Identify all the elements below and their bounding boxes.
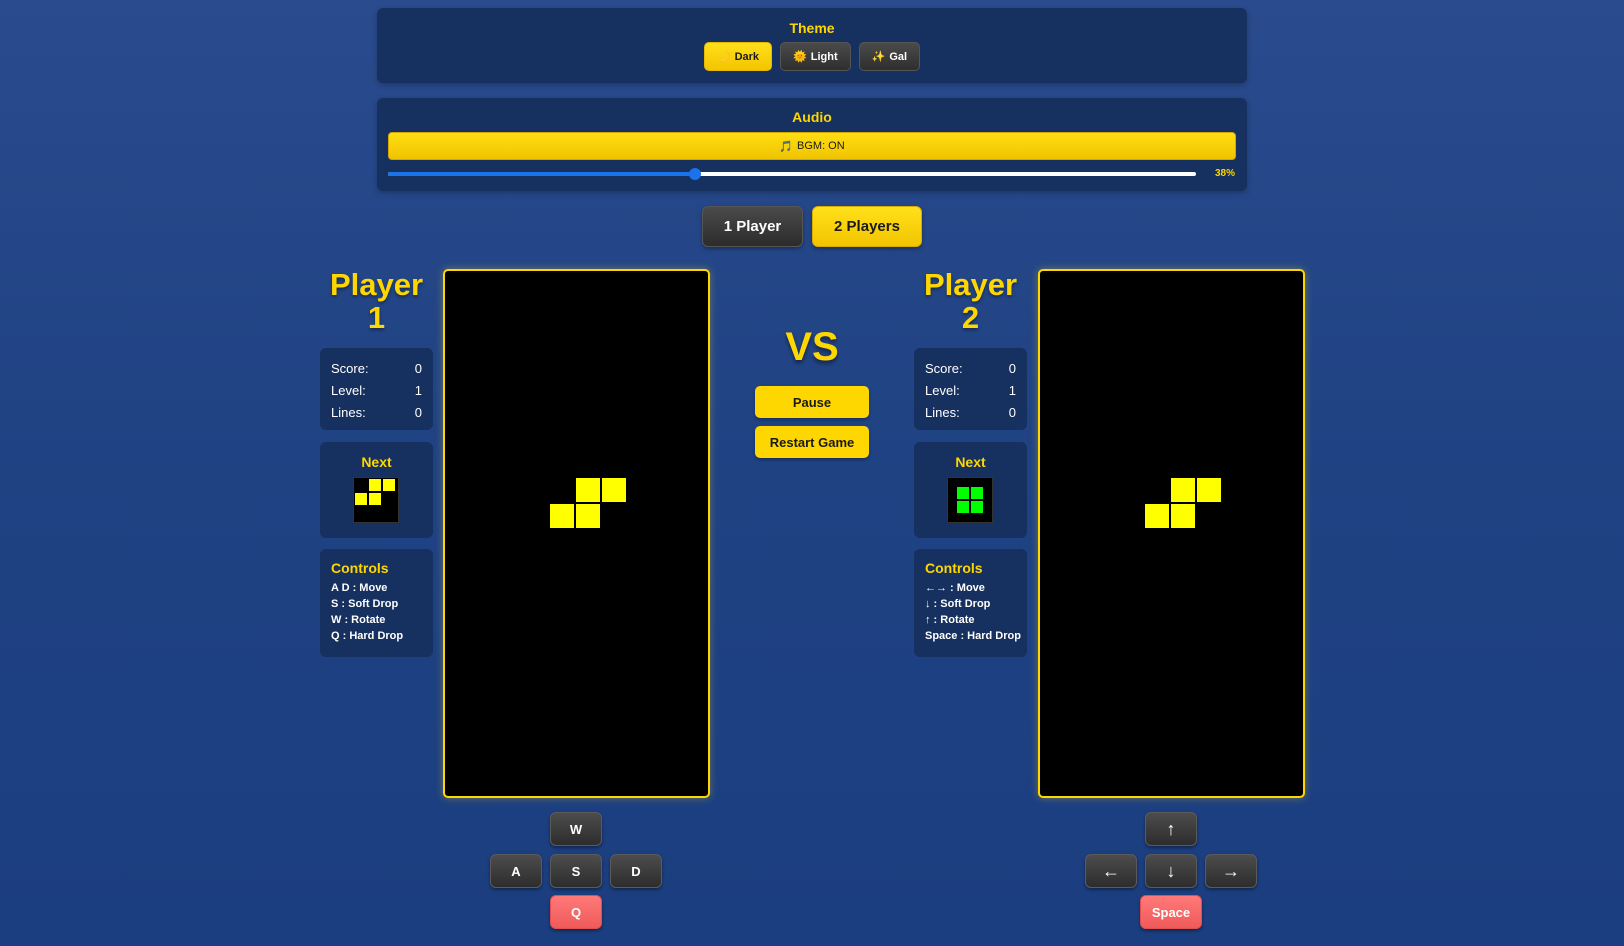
player2-control-soft-drop: ↓ : Soft Drop <box>925 598 991 610</box>
player1-lines-row: Lines: 0 <box>331 402 422 424</box>
player1-key-hard-drop[interactable]: Q <box>550 895 602 929</box>
theme-gal-button[interactable]: ✨ Gal <box>858 42 921 71</box>
player2-next-piece-block <box>956 486 970 500</box>
music-note-icon: 🎵 <box>779 140 794 153</box>
volume-slider[interactable] <box>388 168 1196 180</box>
player2-lines-value: 0 <box>1008 405 1016 420</box>
theme-gal-label: Gal <box>889 50 908 63</box>
player1-controls-title: Controls <box>331 560 389 576</box>
player1-game-board <box>443 269 710 798</box>
player2-level-row: Level: 1 <box>925 380 1016 402</box>
score-label: Score: <box>925 361 963 376</box>
player2-next-title: Next <box>955 454 986 470</box>
player1-next-panel: Next <box>320 442 433 538</box>
player2-score-value: 0 <box>1008 361 1016 376</box>
player2-next-piece-block <box>970 500 984 514</box>
player1-active-piece-block <box>549 503 575 529</box>
restart-game-button[interactable]: Restart Game <box>755 426 869 458</box>
player2-key-hard-drop[interactable]: Space <box>1140 895 1202 929</box>
player1-next-piece-block <box>354 492 368 506</box>
player1-active-piece-block <box>575 477 601 503</box>
player1-score-value: 0 <box>414 361 422 376</box>
player2-next-preview <box>947 477 993 523</box>
player2-active-piece-block <box>1170 503 1196 529</box>
player1-controls-panel: Controls A D : Move S : Soft Drop W : Ro… <box>320 549 433 657</box>
theme-dark-button[interactable]: 🌙 Dark <box>703 42 773 71</box>
player1-score-row: Score: 0 <box>331 358 422 380</box>
player1-level-value: 1 <box>414 383 422 398</box>
player2-key-right[interactable]: → <box>1205 854 1257 888</box>
vs-label: VS <box>785 325 839 369</box>
sparkles-icon: ✨ <box>871 51 886 63</box>
player1-control-rotate: W : Rotate <box>331 614 386 626</box>
player2-control-move: ←→ : Move <box>925 582 985 594</box>
one-player-button[interactable]: 1 Player <box>702 206 803 247</box>
player2-key-left[interactable]: ← <box>1085 854 1137 888</box>
player2-key-down[interactable]: ↓ <box>1145 854 1197 888</box>
player1-control-soft-drop: S : Soft Drop <box>331 598 399 610</box>
theme-options: 🌙 Dark 🌞 Light ✨ Gal <box>377 42 1247 71</box>
player1-active-piece-block <box>601 477 627 503</box>
player1-next-preview <box>353 477 399 523</box>
player2-score-row: Score: 0 <box>925 358 1016 380</box>
score-label: Score: <box>331 361 369 376</box>
player1-stats: Score: 0 Level: 1 Lines: 0 <box>320 348 433 430</box>
player1-next-title: Next <box>361 454 392 470</box>
player1-next-piece-block <box>382 478 396 492</box>
player1-active-piece-block <box>575 503 601 529</box>
player2-active-piece-block <box>1144 503 1170 529</box>
player1-title: Player 1 <box>320 268 433 334</box>
lines-label: Lines: <box>331 405 366 420</box>
player1-key-rotate[interactable]: W <box>550 812 602 846</box>
player1-title-line2: 1 <box>367 300 386 335</box>
player1-key-left[interactable]: A <box>490 854 542 888</box>
pause-button[interactable]: Pause <box>755 386 869 418</box>
player1-next-piece-block <box>368 492 382 506</box>
player2-title-line1: Player <box>923 267 1018 302</box>
player2-control-rotate: ↑ : Rotate <box>925 614 975 626</box>
player2-level-value: 1 <box>1008 383 1016 398</box>
theme-light-label: Light <box>810 50 838 63</box>
player2-lines-row: Lines: 0 <box>925 402 1016 424</box>
player2-controls-panel: Controls ←→ : Move ↓ : Soft Drop ↑ : Rot… <box>914 549 1027 657</box>
volume-slider-fill <box>388 172 696 176</box>
level-label: Level: <box>331 383 366 398</box>
theme-title: Theme <box>789 20 835 36</box>
player1-next-piece-block <box>368 478 382 492</box>
audio-title: Audio <box>792 109 832 125</box>
player1-lines-value: 0 <box>414 405 422 420</box>
player2-key-rotate[interactable]: ↑ <box>1145 812 1197 846</box>
player2-title-line2: 2 <box>961 300 980 335</box>
player1-level-row: Level: 1 <box>331 380 422 402</box>
moon-icon: 🌙 <box>716 51 731 63</box>
volume-slider-thumb[interactable] <box>689 168 702 180</box>
player2-game-board <box>1038 269 1305 798</box>
theme-dark-label: Dark <box>734 50 760 63</box>
volume-value: 38% <box>1214 168 1235 179</box>
player1-title-line1: Player <box>329 267 424 302</box>
player2-active-piece-block <box>1170 477 1196 503</box>
player2-next-piece-block <box>956 500 970 514</box>
sun-icon: 🌞 <box>793 51 807 63</box>
player2-controls-title: Controls <box>925 560 983 576</box>
two-players-button[interactable]: 2 Players <box>812 206 922 247</box>
player2-active-piece-block <box>1196 477 1222 503</box>
player2-control-hard-drop: Space : Hard Drop <box>925 630 1021 642</box>
bgm-label: BGM: ON <box>797 140 845 152</box>
player1-key-down[interactable]: S <box>550 854 602 888</box>
player1-key-right[interactable]: D <box>610 854 662 888</box>
theme-panel: Theme 🌙 Dark 🌞 Light ✨ Gal <box>377 8 1247 83</box>
bgm-toggle-button[interactable]: 🎵 BGM: ON <box>388 132 1236 160</box>
player2-stats: Score: 0 Level: 1 Lines: 0 <box>914 348 1027 430</box>
audio-panel: Audio 🎵 BGM: ON 38% <box>377 98 1247 191</box>
theme-light-button[interactable]: 🌞 Light <box>780 42 851 71</box>
player1-control-move: A D : Move <box>331 582 388 594</box>
level-label: Level: <box>925 383 960 398</box>
player2-next-panel: Next <box>914 442 1027 538</box>
player2-next-piece-block <box>970 486 984 500</box>
player2-title: Player 2 <box>914 268 1027 334</box>
lines-label: Lines: <box>925 405 960 420</box>
player1-control-hard-drop: Q : Hard Drop <box>331 630 404 642</box>
